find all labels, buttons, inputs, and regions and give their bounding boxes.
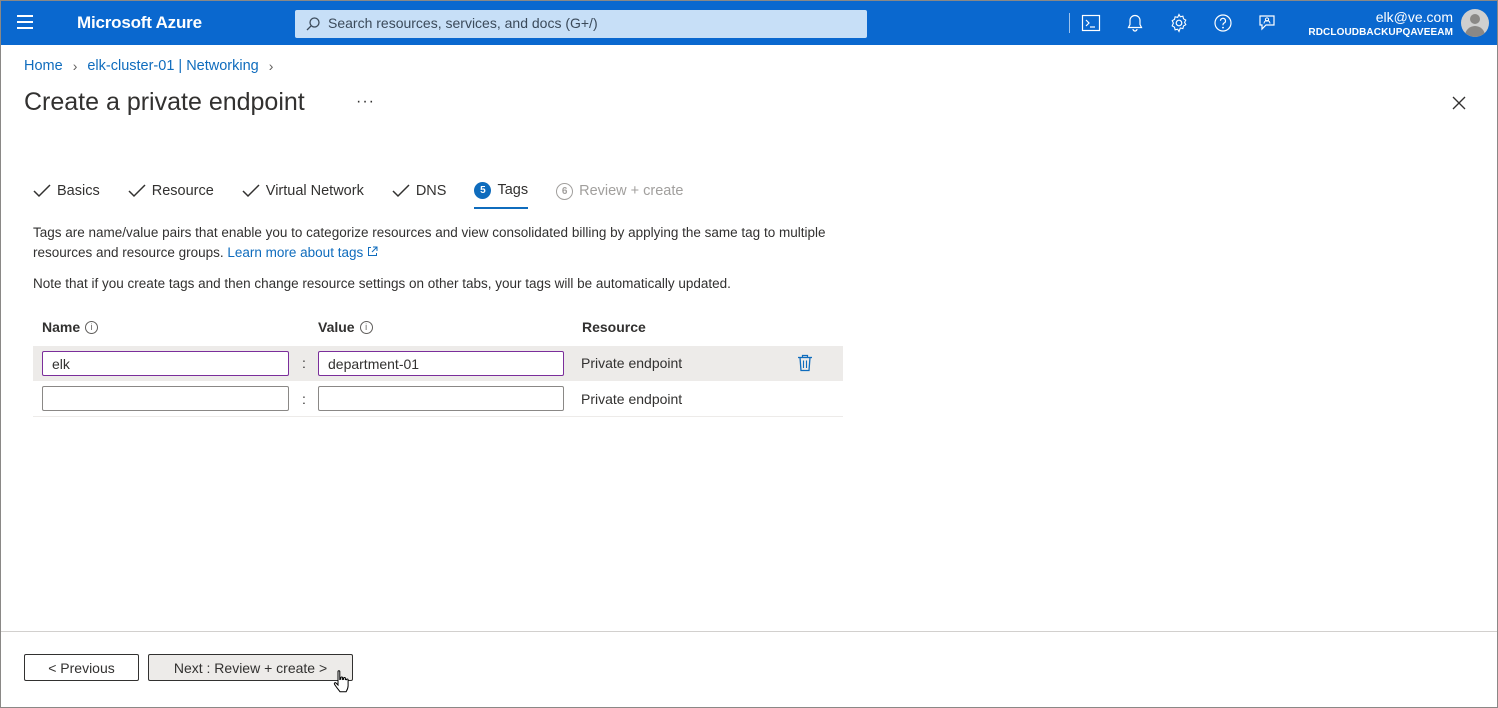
hamburger-menu-icon[interactable] — [17, 15, 35, 31]
tab-label: Tags — [497, 182, 529, 198]
close-icon[interactable] — [1449, 93, 1469, 113]
info-icon[interactable]: i — [359, 320, 373, 334]
resource-label: Private endpoint — [581, 391, 683, 407]
gear-icon[interactable] — [1169, 13, 1189, 33]
step-number: 6 — [556, 182, 574, 200]
search-placeholder: Search resources, services, and docs (G+… — [328, 15, 598, 31]
column-header-resource: Resource — [582, 319, 646, 335]
learn-more-link[interactable]: Learn more about tags — [227, 245, 378, 260]
brand-title[interactable]: Microsoft Azure — [77, 13, 202, 33]
breadcrumb: Home › elk-cluster-01 | Networking › — [24, 58, 283, 74]
hand-cursor-icon — [333, 670, 349, 693]
column-header-value: Value i — [318, 319, 373, 335]
tag-name-input[interactable] — [42, 386, 289, 411]
tags-table-header: Name i Value i Resource — [33, 316, 843, 344]
separator: : — [302, 391, 306, 407]
previous-button[interactable]: < Previous — [24, 654, 139, 681]
tab-label: Basics — [57, 183, 100, 199]
divider — [1069, 13, 1070, 33]
tab-label: Virtual Network — [265, 183, 364, 199]
table-row: : Private endpoint — [33, 382, 843, 417]
tab-review-create[interactable]: 6 Review + create — [556, 177, 683, 205]
tab-dns[interactable]: DNS — [392, 177, 447, 205]
checkmark-icon — [128, 184, 146, 198]
description-text: Tags are name/value pairs that enable yo… — [33, 225, 826, 260]
wizard-tabs: Basics Resource Virtual Network DNS 5 Ta… — [33, 177, 711, 211]
tag-name-input[interactable] — [42, 351, 289, 376]
column-label: Name — [42, 319, 81, 335]
table-row: : Private endpoint — [33, 346, 843, 381]
step-number: 5 — [474, 181, 492, 199]
tab-tags[interactable]: 5 Tags — [474, 177, 529, 209]
page-title: Create a private endpoint — [24, 88, 305, 116]
breadcrumb-home[interactable]: Home — [24, 58, 63, 74]
tag-value-input[interactable] — [318, 351, 564, 376]
avatar[interactable] — [1461, 9, 1489, 37]
tab-label: DNS — [415, 183, 447, 199]
tab-basics[interactable]: Basics — [33, 177, 100, 205]
tab-resource[interactable]: Resource — [128, 177, 214, 205]
learn-more-label: Learn more about tags — [227, 245, 364, 260]
search-box[interactable]: Search resources, services, and docs (G+… — [295, 10, 867, 38]
help-icon[interactable] — [1213, 13, 1233, 33]
tags-note: Note that if you create tags and then ch… — [33, 276, 731, 291]
column-label: Value — [318, 319, 355, 335]
tab-virtual-network[interactable]: Virtual Network — [242, 177, 364, 205]
tab-label: Review + create — [579, 183, 684, 199]
bell-icon[interactable] — [1125, 13, 1145, 33]
external-link-icon — [367, 246, 378, 256]
checkmark-icon — [33, 184, 51, 198]
more-options-button[interactable]: ··· — [356, 93, 375, 111]
resource-label: Private endpoint — [581, 355, 683, 371]
info-icon[interactable]: i — [85, 320, 99, 334]
delete-icon[interactable] — [797, 354, 813, 372]
user-email: elk@ve.com — [1375, 9, 1453, 25]
user-tenant: RDCLOUDBACKUPQAVEEAM — [1308, 27, 1453, 38]
feedback-icon[interactable] — [1257, 13, 1277, 33]
breadcrumb-networking[interactable]: elk-cluster-01 | Networking — [87, 58, 258, 74]
user-account[interactable]: elk@ve.com RDCLOUDBACKUPQAVEEAM — [1308, 8, 1453, 40]
column-header-name: Name i — [42, 319, 99, 335]
search-icon — [306, 17, 320, 31]
tags-description: Tags are name/value pairs that enable yo… — [33, 223, 833, 263]
chevron-right-icon: › — [268, 58, 274, 74]
next-review-create-button[interactable]: Next : Review + create > — [148, 654, 353, 681]
cloud-shell-icon[interactable] — [1081, 13, 1101, 33]
chevron-right-icon: › — [72, 58, 78, 74]
separator: : — [302, 355, 306, 371]
tag-value-input[interactable] — [318, 386, 564, 411]
tab-label: Resource — [151, 183, 214, 199]
footer-divider — [1, 631, 1497, 632]
top-bar: Microsoft Azure Search resources, servic… — [1, 1, 1497, 45]
checkmark-icon — [392, 184, 410, 198]
checkmark-icon — [242, 184, 260, 198]
